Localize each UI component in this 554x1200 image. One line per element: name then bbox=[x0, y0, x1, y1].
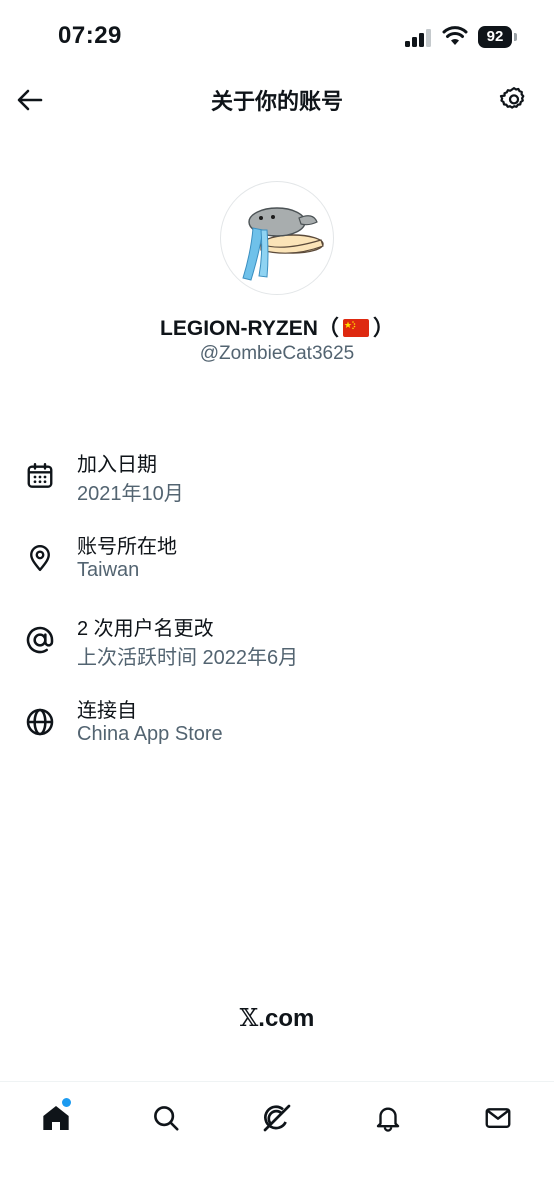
globe-icon bbox=[22, 704, 58, 740]
info-item-connected-via: 连接自 China App Store bbox=[0, 690, 554, 772]
display-name-close: ） bbox=[372, 317, 394, 340]
status-bar: 07:29 92 bbox=[0, 0, 554, 74]
about-account-screen: 07:29 92 关于你的账号 LEGION-RYZEN（ ） @ZombieC… bbox=[0, 0, 554, 1200]
battery-indicator: 92 bbox=[478, 26, 518, 48]
header: 关于你的账号 bbox=[0, 74, 554, 124]
calendar-icon bbox=[22, 458, 58, 494]
search-icon bbox=[154, 1106, 179, 1131]
tab-grok[interactable] bbox=[255, 1096, 299, 1140]
tab-notifications[interactable] bbox=[366, 1096, 410, 1140]
signal-icon bbox=[405, 29, 431, 47]
gear-icon bbox=[499, 87, 525, 109]
avatar-illustration bbox=[242, 207, 324, 281]
info-title: 连接自 bbox=[77, 700, 137, 722]
info-value: China App Store bbox=[77, 723, 223, 745]
info-item-location: 账号所在地 Taiwan bbox=[0, 526, 554, 608]
bell-icon bbox=[376, 1107, 400, 1132]
wifi-icon bbox=[442, 26, 468, 45]
at-sign-icon bbox=[22, 622, 58, 658]
info-title: 2 次用户名更改 bbox=[77, 618, 214, 640]
grok-icon bbox=[263, 1104, 291, 1132]
status-time: 07:29 bbox=[58, 22, 122, 49]
account-info-list: 加入日期 2021年10月 账号所在地 Taiwan 2 次用户名更改 上次活跃 bbox=[0, 444, 554, 772]
china-flag-icon bbox=[342, 319, 369, 337]
x-logo-icon: 𝕏 bbox=[239, 1004, 259, 1032]
info-value: 2021年10月 bbox=[77, 483, 184, 505]
info-title: 账号所在地 bbox=[77, 536, 177, 558]
display-name-text: LEGION-RYZEN（ bbox=[160, 317, 339, 340]
info-item-join-date: 加入日期 2021年10月 bbox=[0, 444, 554, 526]
mail-icon bbox=[485, 1108, 511, 1128]
battery-level: 92 bbox=[478, 26, 512, 48]
x-com-link[interactable]: 𝕏.com bbox=[0, 1004, 554, 1033]
display-name: LEGION-RYZEN（ ） bbox=[0, 312, 554, 342]
tab-search[interactable] bbox=[144, 1096, 188, 1140]
bottom-tab-bar bbox=[0, 1081, 554, 1200]
info-title: 加入日期 bbox=[77, 454, 157, 476]
location-pin-icon bbox=[22, 540, 58, 576]
battery-cap bbox=[514, 33, 517, 41]
info-value: 上次活跃时间 2022年6月 bbox=[77, 647, 299, 669]
info-value: Taiwan bbox=[77, 559, 140, 581]
user-handle: @ZombieCat3625 bbox=[199, 343, 355, 364]
brand-suffix: .com bbox=[258, 1005, 315, 1032]
tab-home[interactable] bbox=[34, 1096, 78, 1140]
profile-avatar[interactable] bbox=[220, 181, 334, 295]
home-notification-dot bbox=[62, 1098, 71, 1107]
settings-button[interactable] bbox=[496, 82, 532, 118]
info-item-username-changes: 2 次用户名更改 上次活跃时间 2022年6月 bbox=[0, 608, 554, 690]
tab-messages[interactable] bbox=[476, 1096, 520, 1140]
page-title: 关于你的账号 bbox=[210, 89, 343, 114]
